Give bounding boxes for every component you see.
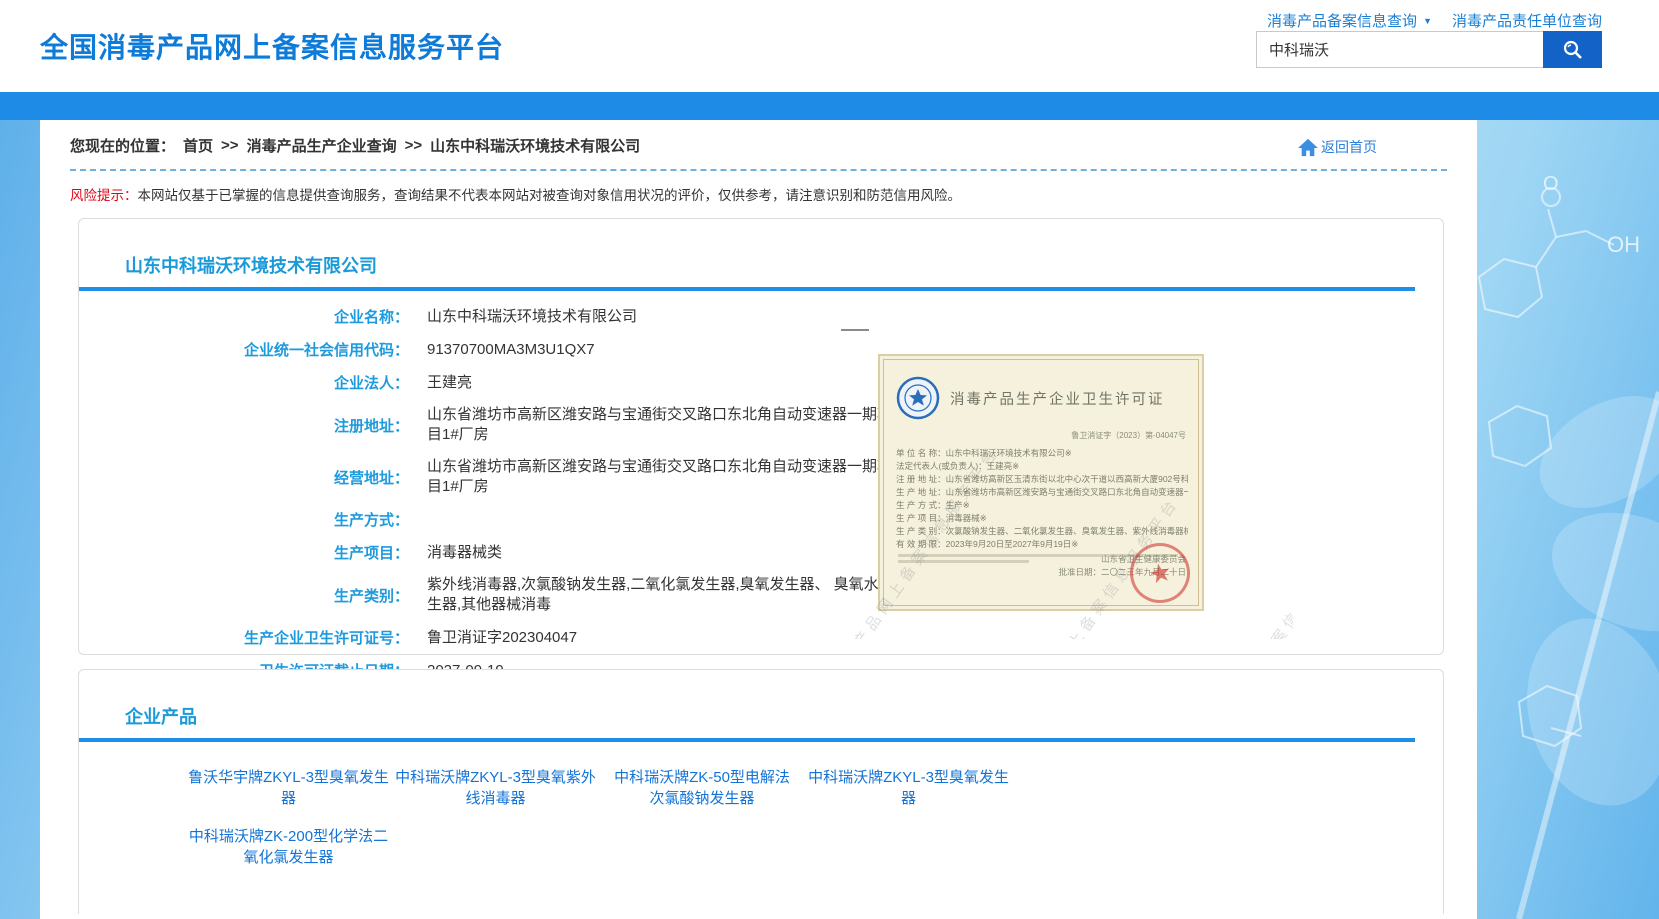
company-products-card: 企业产品 鲁沃华宇牌ZKYL-3型臭氧发生器 中科瑞沃牌ZKYL-3型臭氧紫外线… <box>78 669 1444 914</box>
image-dash-mark <box>841 329 869 331</box>
top-nav: 消毒产品备案信息查询 ▼ 消毒产品责任单位查询 <box>1267 10 1602 31</box>
breadcrumb-prefix: 您现在的位置： <box>70 135 175 156</box>
products-card-title: 企业产品 <box>79 670 1443 729</box>
field-row: 生产方式： <box>79 509 1443 530</box>
field-label: 生产项目： <box>79 542 409 563</box>
search-input[interactable] <box>1256 31 1543 68</box>
certificate-emblem-icon <box>896 376 940 420</box>
header-accent-bar <box>0 92 1659 120</box>
risk-notice-text: 本网站仅基于已掌握的信息提供查询服务，查询结果不代表本网站对被查询对象信用状况的… <box>138 188 962 203</box>
field-row: 生产企业卫生许可证号： 鲁卫消证字202304047 <box>79 627 1443 648</box>
background-molecule-art: OH O <box>1459 92 1659 919</box>
field-row: 生产项目： 消毒器械类 <box>79 542 1443 563</box>
field-label: 生产类别： <box>79 585 409 606</box>
svg-text:OH: OH <box>1607 232 1640 257</box>
dashed-divider <box>70 169 1447 171</box>
card-title-rule <box>79 287 1415 291</box>
certificate-fine-print <box>898 560 1029 563</box>
back-home-link[interactable]: 返回首页 <box>1297 137 1377 157</box>
field-label: 企业名称： <box>79 306 409 327</box>
breadcrumb-home-link[interactable]: 首页 <box>183 135 213 156</box>
site-header: 全国消毒产品网上备案信息服务平台 消毒产品备案信息查询 ▼ 消毒产品责任单位查询 <box>0 0 1659 92</box>
field-value: 91370700MA3M3U1QX7 <box>427 340 595 360</box>
field-label: 生产方式： <box>79 509 409 530</box>
certificate-line: 注 册 地 址：山东省潍坊高新区玉清东街以北中心次干道以西高新大厦902号科研※ <box>896 473 1188 486</box>
field-value: 山东省潍坊市高新区潍安路与宝通街交叉路口东北角自动变速器一期项目1#厂房 <box>427 405 895 445</box>
certificate-line: 生 产 方 式：生产※ <box>896 499 1188 512</box>
certificate-line: 单 位 名 称：山东中科瑞沃环境技术有限公司※ <box>896 447 1188 460</box>
hygiene-license-certificate-image: 消毒产品生产企业卫生许可证 鲁卫消证字（2023）第-04047号 单 位 名 … <box>878 354 1204 611</box>
field-row: 企业名称： 山东中科瑞沃环境技术有限公司 <box>79 306 1443 327</box>
risk-notice-label: 风险提示： <box>70 188 138 203</box>
home-icon <box>1297 138 1319 157</box>
field-row: 企业统一社会信用代码： 91370700MA3M3U1QX7 <box>79 339 1443 360</box>
certificate-line: 生 产 项 目：消毒器械※ <box>896 512 1188 525</box>
field-row: 经营地址： 山东省潍坊市高新区潍安路与宝通街交叉路口东北角自动变速器一期项目1#… <box>79 457 1443 497</box>
certificate-line: 生 产 类 别：次氯酸钠发生器、二氧化氯发生器、臭氧发生器、紫外线消毒器械※ <box>896 525 1188 538</box>
field-label: 注册地址： <box>79 415 409 436</box>
nav-responsible-unit-query-label: 消毒产品责任单位查询 <box>1452 10 1602 31</box>
company-info-card: 山东中科瑞沃环境技术有限公司 企业名称： 山东中科瑞沃环境技术有限公司 企业统一… <box>78 218 1444 655</box>
product-link[interactable]: 鲁沃华宇牌ZKYL-3型臭氧发生器 <box>185 767 392 809</box>
seal-star-icon: ★ <box>1145 555 1174 590</box>
certificate-line: 法定代表人(或负责人)：王建亮※ <box>896 460 1188 473</box>
field-row: 注册地址： 山东省潍坊市高新区潍安路与宝通街交叉路口东北角自动变速器一期项目1#… <box>79 405 1443 445</box>
search-button[interactable] <box>1543 31 1602 68</box>
breadcrumb-separator: >> <box>405 137 423 154</box>
field-value: 鲁卫消证字202304047 <box>427 628 577 648</box>
breadcrumb-company-query-link[interactable]: 消毒产品生产企业查询 <box>247 135 397 156</box>
search-icon <box>1561 38 1585 62</box>
product-link[interactable]: 中科瑞沃牌ZK-200型化学法二氧化氯发生器 <box>185 826 392 868</box>
product-list: 鲁沃华宇牌ZKYL-3型臭氧发生器 中科瑞沃牌ZKYL-3型臭氧紫外线消毒器 中… <box>79 742 1443 885</box>
field-value: 山东省潍坊市高新区潍安路与宝通街交叉路口东北角自动变速器一期项目1#厂房 <box>427 457 895 497</box>
back-home-label: 返回首页 <box>1321 137 1377 157</box>
field-value: 消毒器械类 <box>427 543 502 563</box>
content-panel: 您现在的位置： 首页 >> 消毒产品生产企业查询 >> 山东中科瑞沃环境技术有限… <box>40 120 1477 919</box>
nav-responsible-unit-query[interactable]: 消毒产品责任单位查询 <box>1452 10 1602 31</box>
certificate-line: 生 产 地 址：山东省潍坊市高新区潍安路与宝通街交叉路口东北角自动变速器一期项目… <box>896 486 1188 499</box>
field-value: 王建亮 <box>427 373 472 393</box>
field-value: 紫外线消毒器,次氯酸钠发生器,二氧化氯发生器,臭氧发生器、 臭氧水发生器,其他器… <box>427 575 895 615</box>
company-card-title: 山东中科瑞沃环境技术有限公司 <box>79 219 1443 278</box>
field-row: 生产类别： 紫外线消毒器,次氯酸钠发生器,二氧化氯发生器,臭氧发生器、 臭氧水发… <box>79 575 1443 615</box>
risk-notice: 风险提示：本网站仅基于已掌握的信息提供查询服务，查询结果不代表本网站对被查询对象… <box>70 184 1447 204</box>
chevron-down-icon: ▼ <box>1423 16 1432 26</box>
certificate-number: 鲁卫消证字（2023）第-04047号 <box>896 430 1186 441</box>
company-fields: 企业名称： 山东中科瑞沃环境技术有限公司 企业统一社会信用代码： 9137070… <box>79 306 1443 681</box>
site-title: 全国消毒产品网上备案信息服务平台 <box>40 26 504 66</box>
breadcrumb: 您现在的位置： 首页 >> 消毒产品生产企业查询 >> 山东中科瑞沃环境技术有限… <box>70 135 1447 157</box>
field-row: 企业法人： 王建亮 <box>79 372 1443 393</box>
svg-text:O: O <box>1543 173 1559 195</box>
breadcrumb-separator: >> <box>221 137 239 154</box>
field-value: 山东中科瑞沃环境技术有限公司 <box>427 307 637 327</box>
nav-filing-info-query-label: 消毒产品备案信息查询 <box>1267 10 1417 31</box>
nav-filing-info-query[interactable]: 消毒产品备案信息查询 ▼ <box>1267 10 1432 31</box>
field-label: 企业法人： <box>79 372 409 393</box>
search-box <box>1256 31 1602 68</box>
product-link[interactable]: 中科瑞沃牌ZKYL-3型臭氧发生器 <box>805 767 1012 809</box>
certificate-title: 消毒产品生产企业卫生许可证 <box>950 388 1165 409</box>
field-label: 企业统一社会信用代码： <box>79 339 409 360</box>
product-link[interactable]: 中科瑞沃牌ZKYL-3型臭氧紫外线消毒器 <box>392 767 599 809</box>
product-link[interactable]: 中科瑞沃牌ZK-50型电解法次氯酸钠发生器 <box>613 767 791 809</box>
field-label: 生产企业卫生许可证号： <box>79 627 409 648</box>
field-label: 经营地址： <box>79 467 409 488</box>
breadcrumb-current-page: 山东中科瑞沃环境技术有限公司 <box>430 135 640 156</box>
